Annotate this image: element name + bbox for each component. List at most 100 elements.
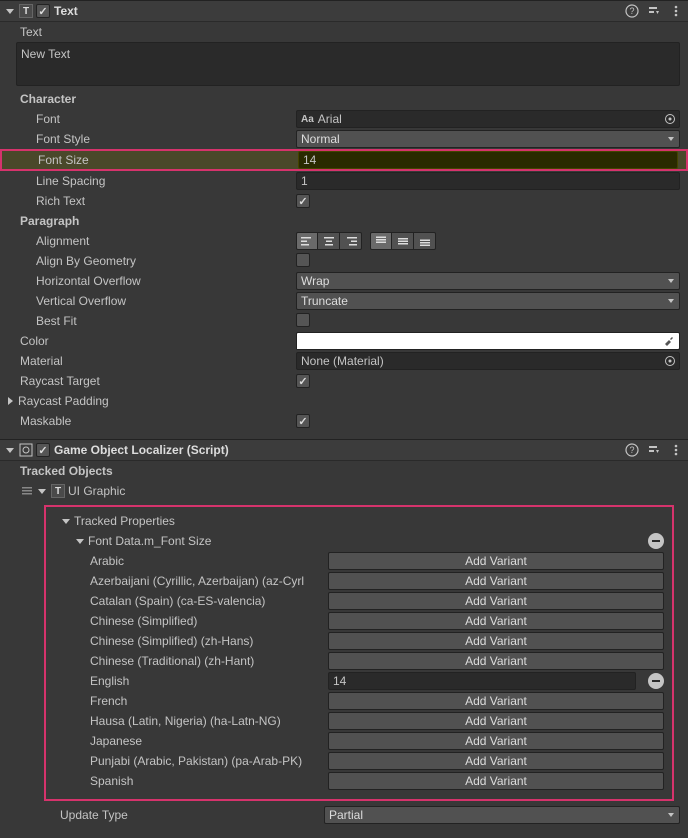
expand-arrow-icon[interactable] bbox=[74, 535, 86, 547]
add-variant-button[interactable]: Add Variant bbox=[328, 752, 664, 770]
collapse-arrow-icon[interactable] bbox=[4, 444, 16, 456]
locale-row: FrenchAdd Variant bbox=[46, 691, 672, 711]
localizer-component-header[interactable]: Game Object Localizer (Script) ? bbox=[0, 439, 688, 461]
text-field-label: Text bbox=[16, 25, 296, 39]
add-variant-button[interactable]: Add Variant bbox=[328, 712, 664, 730]
add-variant-button[interactable]: Add Variant bbox=[328, 652, 664, 670]
locale-label: Arabic bbox=[90, 554, 328, 568]
font-style-dropdown[interactable]: Normal bbox=[296, 130, 680, 148]
localizer-component-icon bbox=[18, 442, 34, 458]
locale-row: Chinese (Simplified)Add Variant bbox=[46, 611, 672, 631]
expand-arrow-icon[interactable] bbox=[60, 515, 72, 527]
align-left-button[interactable] bbox=[296, 232, 318, 250]
svg-text:?: ? bbox=[629, 445, 634, 455]
align-right-button[interactable] bbox=[340, 232, 362, 250]
add-variant-button[interactable]: Add Variant bbox=[328, 592, 664, 610]
add-variant-button[interactable]: Add Variant bbox=[328, 552, 664, 570]
locale-value-input[interactable] bbox=[328, 672, 636, 690]
list-drag-icon[interactable] bbox=[20, 484, 34, 498]
locale-row: Punjabi (Arabic, Pakistan) (pa-Arab-PK)A… bbox=[46, 751, 672, 771]
add-variant-button[interactable]: Add Variant bbox=[328, 732, 664, 750]
locale-label: Chinese (Traditional) (zh-Hant) bbox=[90, 654, 328, 668]
alignment-row: Alignment bbox=[0, 231, 688, 251]
raycast-target-row: Raycast Target bbox=[0, 371, 688, 391]
locale-label: Azerbaijani (Cyrillic, Azerbaijan) (az-C… bbox=[90, 574, 328, 588]
object-picker-icon[interactable] bbox=[663, 354, 677, 368]
update-type-label: Update Type bbox=[60, 808, 324, 822]
text-value-input[interactable]: New Text bbox=[16, 42, 680, 86]
best-fit-checkbox[interactable] bbox=[296, 313, 310, 327]
text-component-icon: T bbox=[18, 3, 34, 19]
align-by-geometry-row: Align By Geometry bbox=[0, 251, 688, 271]
align-middle-button[interactable] bbox=[392, 232, 414, 250]
vertical-align-group bbox=[370, 232, 436, 250]
raycast-target-label: Raycast Target bbox=[16, 374, 296, 388]
add-variant-button[interactable]: Add Variant bbox=[328, 632, 664, 650]
align-center-button[interactable] bbox=[318, 232, 340, 250]
paragraph-section-title: Paragraph bbox=[0, 211, 688, 231]
remove-variant-button[interactable] bbox=[648, 673, 664, 689]
remove-property-button[interactable] bbox=[648, 533, 664, 549]
locale-row: Azerbaijani (Cyrillic, Azerbaijan) (az-C… bbox=[46, 571, 672, 591]
update-type-dropdown[interactable]: Partial bbox=[324, 806, 680, 824]
locale-row: Chinese (Simplified) (zh-Hans)Add Varian… bbox=[46, 631, 672, 651]
text-component-header[interactable]: T Text ? bbox=[0, 0, 688, 22]
horizontal-overflow-label: Horizontal Overflow bbox=[16, 274, 296, 288]
expand-arrow-icon[interactable] bbox=[4, 395, 16, 407]
font-size-input[interactable] bbox=[298, 151, 678, 169]
horizontal-overflow-dropdown[interactable]: Wrap bbox=[296, 272, 680, 290]
align-top-button[interactable] bbox=[370, 232, 392, 250]
tracked-properties-box: Tracked Properties Font Data.m_Font Size… bbox=[44, 505, 674, 801]
tracked-properties-label: Tracked Properties bbox=[74, 514, 175, 528]
line-spacing-label: Line Spacing bbox=[16, 174, 296, 188]
font-size-property-row: Font Data.m_Font Size bbox=[46, 531, 672, 551]
character-section-title: Character bbox=[0, 89, 688, 109]
eyedropper-icon[interactable] bbox=[663, 334, 677, 348]
component-enable-checkbox[interactable] bbox=[36, 4, 50, 18]
material-object-field[interactable]: None (Material) bbox=[296, 352, 680, 370]
font-label: Font bbox=[16, 112, 296, 126]
locale-label: English bbox=[90, 674, 328, 688]
add-variant-button[interactable]: Add Variant bbox=[328, 572, 664, 590]
font-object-field[interactable]: Aa Arial bbox=[296, 110, 680, 128]
horizontal-align-group bbox=[296, 232, 362, 250]
component-title: Game Object Localizer (Script) bbox=[54, 443, 624, 457]
object-picker-icon[interactable] bbox=[663, 112, 677, 126]
preset-icon[interactable] bbox=[646, 442, 662, 458]
tracked-objects-title: Tracked Objects bbox=[0, 461, 688, 481]
align-bottom-button[interactable] bbox=[414, 232, 436, 250]
font-prefix-icon: Aa bbox=[301, 114, 314, 125]
maskable-row: Maskable bbox=[0, 411, 688, 431]
add-variant-button[interactable]: Add Variant bbox=[328, 692, 664, 710]
color-picker-field[interactable] bbox=[296, 332, 680, 350]
locale-row: English bbox=[46, 671, 672, 691]
rich-text-checkbox[interactable] bbox=[296, 194, 310, 208]
component-enable-checkbox[interactable] bbox=[36, 443, 50, 457]
maskable-label: Maskable bbox=[16, 414, 296, 428]
material-row: Material None (Material) bbox=[0, 351, 688, 371]
add-variant-button[interactable]: Add Variant bbox=[328, 772, 664, 790]
add-variant-button[interactable]: Add Variant bbox=[328, 612, 664, 630]
font-style-label: Font Style bbox=[16, 132, 296, 146]
raycast-target-checkbox[interactable] bbox=[296, 374, 310, 388]
vertical-overflow-dropdown[interactable]: Truncate bbox=[296, 292, 680, 310]
alignment-label: Alignment bbox=[16, 234, 296, 248]
help-icon[interactable]: ? bbox=[624, 442, 640, 458]
collapse-arrow-icon[interactable] bbox=[4, 5, 16, 17]
preset-icon[interactable] bbox=[646, 3, 662, 19]
menu-icon[interactable] bbox=[668, 3, 684, 19]
expand-arrow-icon[interactable] bbox=[36, 485, 48, 497]
locale-row: Catalan (Spain) (ca-ES-valencia)Add Vari… bbox=[46, 591, 672, 611]
locale-row: SpanishAdd Variant bbox=[46, 771, 672, 791]
align-by-geometry-checkbox[interactable] bbox=[296, 253, 310, 267]
vertical-overflow-label: Vertical Overflow bbox=[16, 294, 296, 308]
line-spacing-row: Line Spacing bbox=[0, 171, 688, 191]
material-value: None (Material) bbox=[301, 354, 384, 368]
maskable-checkbox[interactable] bbox=[296, 414, 310, 428]
locale-row: Hausa (Latin, Nigeria) (ha-Latn-NG)Add V… bbox=[46, 711, 672, 731]
line-spacing-input[interactable] bbox=[296, 172, 680, 190]
locale-label: Hausa (Latin, Nigeria) (ha-Latn-NG) bbox=[90, 714, 328, 728]
menu-icon[interactable] bbox=[668, 442, 684, 458]
color-row: Color bbox=[0, 331, 688, 351]
help-icon[interactable]: ? bbox=[624, 3, 640, 19]
